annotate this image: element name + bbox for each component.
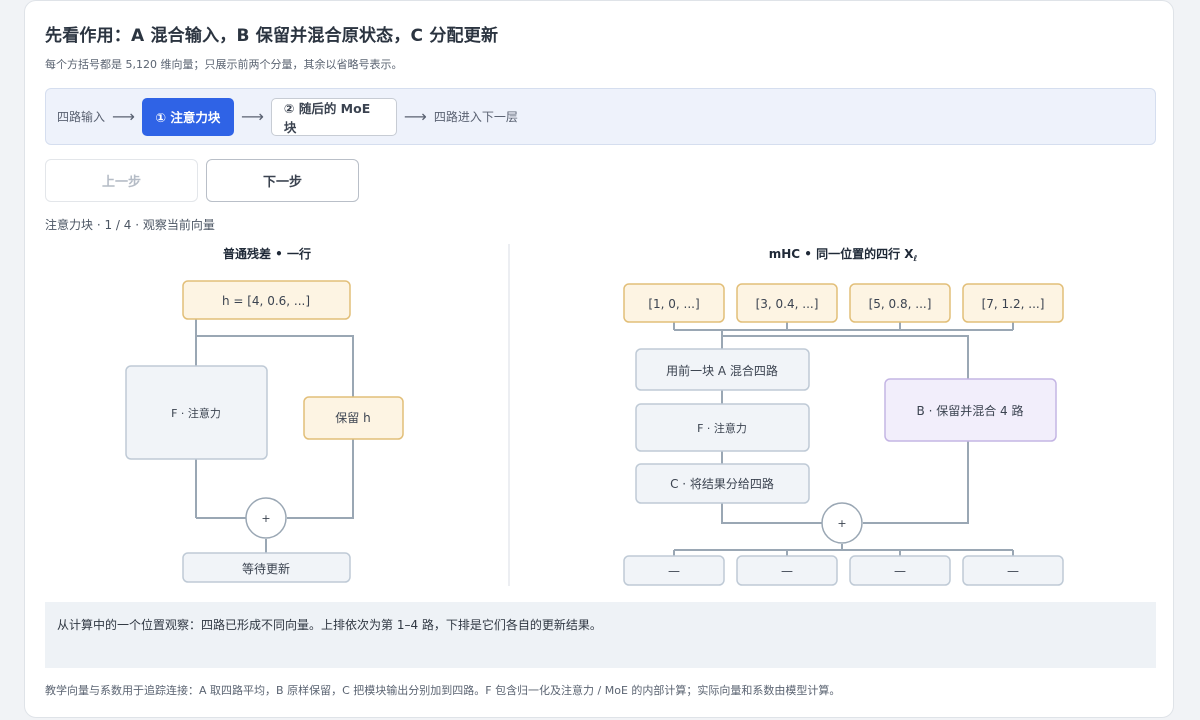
input-row-1-label: [1, 0, ...] (648, 297, 699, 311)
page-title: 先看作用：A 混合输入，B 保留并混合原状态，C 分配更新 (45, 26, 499, 46)
b-keep-mix-label: B · 保留并混合 4 路 (917, 403, 1024, 418)
right-plus-node: + (821, 502, 863, 544)
observation-note: 从计算中的一个位置观察：四路已形成不同向量。上排依次为第 1–4 路，下排是它们… (45, 602, 1156, 668)
h-vector-label: h = [4, 0.6, ...] (222, 294, 310, 308)
left-result-box: 等待更新 (182, 552, 351, 583)
main-card: 先看作用：A 混合输入，B 保留并混合原状态，C 分配更新 每个方括号都是 5,… (24, 0, 1174, 718)
pipeline-input-label: 四路输入 (57, 110, 106, 124)
pipeline-bar: 四路输入 ⟶ ① 注意力块 ⟶ ② 随后的 MoE 块 ⟶ 四路进入下一层 (45, 88, 1156, 145)
right-panel-heading: mHC • 同一位置的四行 Xℓ (769, 246, 918, 263)
input-row-2-label: [3, 0.4, ...] (756, 297, 819, 311)
prev-step-button[interactable]: 上一步 (45, 159, 198, 202)
output-row-2: — (736, 555, 838, 586)
footnote: 教学向量与系数用于追踪连接：A 取四路平均，B 原样保留，C 把模块输出分别加到… (45, 684, 841, 697)
output-row-4-label: — (1007, 564, 1019, 578)
right-attention-label: F · 注意力 (697, 421, 747, 435)
b-keep-mix-box: B · 保留并混合 4 路 (884, 378, 1057, 442)
keep-h-box: 保留 h (303, 396, 404, 440)
stage-moe-button[interactable]: ② 随后的 MoE 块 (270, 97, 397, 136)
output-row-4: — (962, 555, 1064, 586)
left-attention-box: F · 注意力 (125, 365, 268, 460)
a-mix-label: 用前一块 A 混合四路 (666, 363, 778, 378)
step-status: 注意力块 · 1 / 4 · 观察当前向量 (45, 218, 215, 232)
right-attention-box: F · 注意力 (635, 403, 810, 452)
residual-diagram: 普通残差 • 一行 h = [4, 0.6, ...] F · 注意力 保留 h… (125, 244, 1064, 586)
output-row-3-label: — (894, 564, 906, 578)
plus-icon: + (261, 512, 270, 525)
arrow-right-icon: ⟶ (112, 107, 135, 126)
output-row-1: — (623, 555, 725, 586)
c-distribute-label: C · 将结果分给四路 (670, 476, 774, 491)
output-row-3: — (849, 555, 951, 586)
input-row-1: [1, 0, ...] (623, 283, 725, 323)
page-subtitle: 每个方括号都是 5,120 维向量；只展示前两个分量，其余以省略号表示。 (45, 58, 403, 71)
arrow-right-icon: ⟶ (403, 107, 427, 126)
input-row-4: [7, 1.2, ...] (962, 283, 1064, 323)
stage-attention-button[interactable]: ① 注意力块 (141, 97, 234, 136)
next-step-button[interactable]: 下一步 (206, 159, 359, 202)
left-attention-label: F · 注意力 (171, 406, 221, 420)
output-row-1-label: — (668, 564, 680, 578)
left-plus-node: + (245, 497, 287, 539)
arrow-right-icon: ⟶ (240, 107, 264, 126)
input-row-3-label: [5, 0.8, ...] (869, 297, 932, 311)
input-row-3: [5, 0.8, ...] (849, 283, 951, 323)
left-panel-heading: 普通残差 • 一行 (223, 246, 311, 261)
h-vector-box: h = [4, 0.6, ...] (182, 280, 351, 320)
output-row-2-label: — (781, 564, 793, 578)
c-distribute-box: C · 将结果分给四路 (635, 463, 810, 504)
plus-icon: + (837, 517, 846, 530)
keep-h-label: 保留 h (335, 411, 370, 425)
input-row-4-label: [7, 1.2, ...] (982, 297, 1045, 311)
pipeline-output-label: 四路进入下一层 (433, 110, 518, 124)
left-result-label: 等待更新 (242, 561, 290, 576)
input-row-2: [3, 0.4, ...] (736, 283, 838, 323)
a-mix-box: 用前一块 A 混合四路 (635, 348, 810, 391)
